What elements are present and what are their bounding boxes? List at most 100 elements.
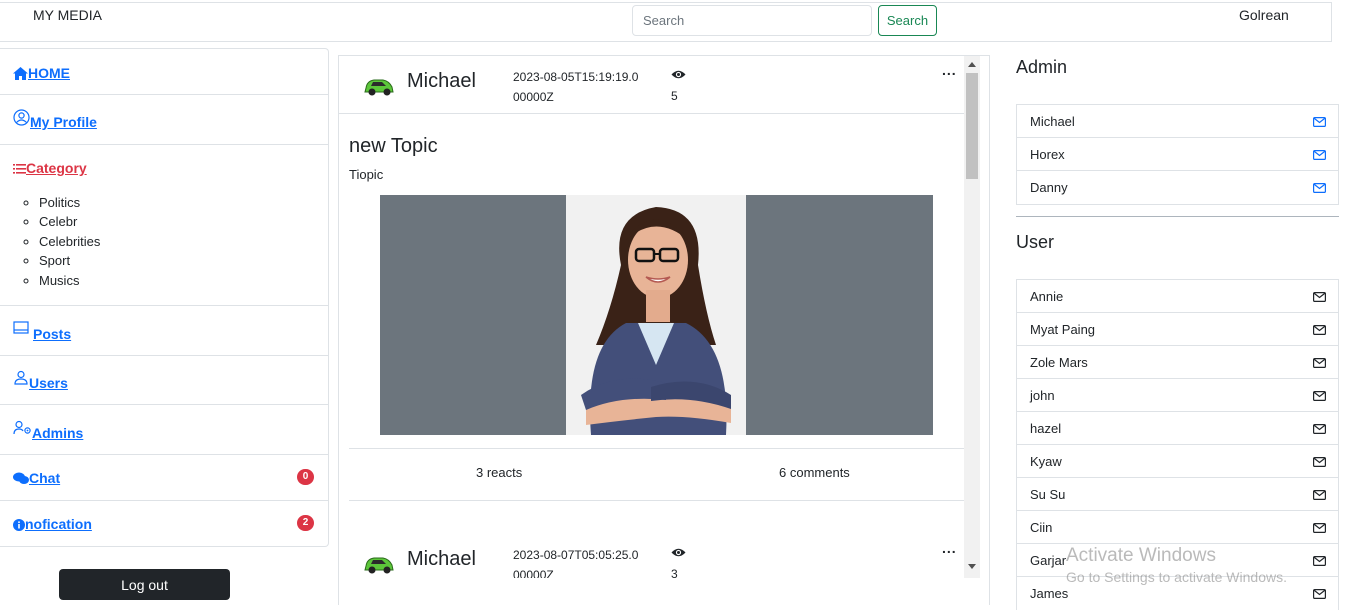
category-item[interactable]: Celebr (39, 212, 328, 231)
envelope-icon[interactable] (1313, 424, 1326, 434)
user-list-item[interactable]: Su Su (1017, 478, 1338, 511)
sidebar-label-posts[interactable]: Posts (33, 326, 71, 342)
sidebar-item-profile[interactable]: My Profile (0, 95, 328, 145)
admin-list-item[interactable]: Horex (1017, 138, 1338, 171)
person-circle-icon (13, 109, 30, 126)
sidebar-item-notification[interactable]: nofication 2 (0, 501, 328, 547)
sidebar-item-users[interactable]: Users (0, 356, 328, 405)
post-header: Michael 2023-08-05T15:19:19.000000Z 5 ..… (339, 56, 965, 114)
user-heading: User (1016, 232, 1055, 252)
user-name: James (1030, 586, 1069, 601)
post-image (380, 195, 933, 435)
comment-count[interactable]: 6 comments (779, 465, 850, 480)
feed-scrollbar[interactable] (964, 56, 980, 578)
post-more-menu[interactable]: ... (942, 62, 957, 78)
eye-icon (671, 70, 686, 79)
user-list-item[interactable]: john (1017, 379, 1338, 412)
sidebar-label-home[interactable]: HOME (28, 65, 70, 81)
sidebar-label-category[interactable]: Category (26, 160, 87, 176)
user-name: Kyaw (1030, 454, 1062, 469)
admin-name: Danny (1030, 180, 1068, 195)
user-name: Su Su (1030, 487, 1066, 502)
user-name: Myat Paing (1030, 322, 1096, 337)
info-icon (13, 518, 25, 531)
sidebar-item-home[interactable]: HOME (0, 49, 328, 95)
sidebar-label-notification[interactable]: nofication (25, 516, 92, 532)
chat-icon (13, 472, 29, 485)
envelope-icon[interactable] (1313, 391, 1326, 401)
category-item[interactable]: Sport (39, 251, 328, 270)
user-name: Zole Mars (1030, 355, 1088, 370)
admin-list: Michael Horex Danny (1016, 104, 1339, 205)
search-input[interactable] (632, 5, 872, 36)
user-list-item[interactable]: Kyaw (1017, 445, 1338, 478)
post-stats: 3 reacts 6 comments (349, 448, 965, 501)
user-name: Annie (1030, 289, 1064, 304)
post-author[interactable]: Michael (407, 70, 476, 93)
react-count[interactable]: 3 reacts (476, 465, 522, 480)
chat-badge: 0 (297, 469, 314, 485)
envelope-icon[interactable] (1313, 457, 1326, 467)
user-list-item[interactable]: Myat Paing (1017, 313, 1338, 346)
user-list-item[interactable]: hazel (1017, 412, 1338, 445)
envelope-icon[interactable] (1313, 556, 1326, 566)
home-icon (13, 67, 28, 81)
activate-windows-hint: Go to Settings to activate Windows. (1066, 569, 1287, 585)
scroll-up-arrow-icon[interactable] (968, 62, 976, 67)
admin-list-item[interactable]: Danny (1017, 171, 1338, 204)
post-feed[interactable]: Michael 2023-08-05T15:19:19.000000Z 5 ..… (338, 55, 990, 605)
search-button[interactable]: Search (878, 5, 937, 36)
envelope-icon[interactable] (1313, 150, 1326, 160)
sidebar-label-users[interactable]: Users (29, 375, 68, 391)
scroll-down-arrow-icon[interactable] (968, 564, 976, 569)
envelope-icon[interactable] (1313, 117, 1326, 127)
sidebar-label-admins[interactable]: Admins (32, 425, 83, 441)
envelope-icon[interactable] (1313, 183, 1326, 193)
admin-name: Horex (1030, 147, 1065, 162)
sidebar-item-admins[interactable]: Admins (0, 405, 328, 455)
car-avatar-icon (364, 79, 394, 96)
user-list-item[interactable]: Zole Mars (1017, 346, 1338, 379)
envelope-icon[interactable] (1313, 589, 1326, 599)
envelope-icon[interactable] (1313, 325, 1326, 335)
post-view-count: 5 (671, 89, 678, 103)
admin-heading: Admin (1016, 57, 1068, 77)
admin-list-item[interactable]: Michael (1017, 105, 1338, 138)
book-icon (13, 321, 29, 334)
sidebar-item-category[interactable]: Category Politics Celebr Celebrities Spo… (0, 145, 328, 306)
category-list: Politics Celebr Celebrities Sport Musics (13, 193, 328, 290)
brand-title[interactable]: MY MEDIA (33, 7, 102, 23)
user-list-item[interactable]: Annie (1017, 280, 1338, 313)
logout-button[interactable]: Log out (59, 569, 230, 600)
envelope-icon[interactable] (1313, 358, 1326, 368)
person-icon (14, 370, 28, 385)
post-date: 2023-08-05T15:19:19.000000Z (513, 70, 639, 104)
sidebar: HOME My Profile Category Politics Celebr… (0, 48, 329, 547)
activate-windows-watermark: Activate Windows (1066, 545, 1216, 566)
sidebar-item-chat[interactable]: Chat 0 (0, 455, 328, 501)
post-more-menu[interactable]: ... (942, 540, 957, 556)
notification-badge: 2 (297, 515, 314, 531)
section-divider (1016, 216, 1339, 217)
sidebar-label-chat[interactable]: Chat (29, 470, 60, 486)
category-item[interactable]: Musics (39, 271, 328, 290)
current-username[interactable]: Golrean (1239, 7, 1289, 23)
user-name: hazel (1030, 421, 1062, 436)
user-list-item[interactable]: Ciin (1017, 511, 1338, 544)
category-item[interactable]: Politics (39, 193, 328, 212)
envelope-icon[interactable] (1313, 523, 1326, 533)
envelope-icon[interactable] (1313, 490, 1326, 500)
eye-icon (671, 548, 686, 557)
person-gear-icon (13, 420, 31, 435)
sidebar-label-profile[interactable]: My Profile (30, 114, 97, 130)
scroll-thumb[interactable] (966, 73, 978, 179)
post-author[interactable]: Michael (407, 548, 476, 571)
user-name: Ciin (1030, 520, 1053, 535)
car-avatar-icon (364, 557, 394, 574)
list-icon (13, 164, 26, 174)
woman-portrait-image (566, 195, 746, 435)
category-item[interactable]: Celebrities (39, 232, 328, 251)
sidebar-item-posts[interactable]: Posts (0, 306, 328, 356)
envelope-icon[interactable] (1313, 292, 1326, 302)
top-navbar: MY MEDIA Search Golrean (0, 2, 1332, 42)
